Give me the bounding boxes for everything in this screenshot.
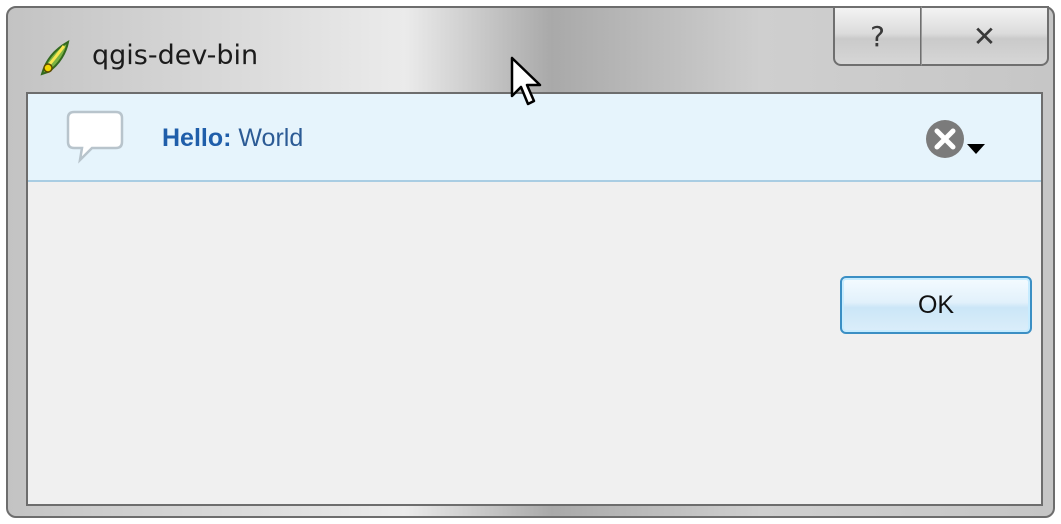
message-body: World: [238, 124, 304, 152]
title-bar[interactable]: qgis-dev-bin ? ✕: [8, 6, 1053, 92]
dialog-window: qgis-dev-bin ? ✕ Hello: World OK: [6, 6, 1055, 518]
caption-buttons: ? ✕: [833, 6, 1051, 72]
message-bar: Hello: World: [28, 94, 1041, 182]
close-icon: ✕: [972, 19, 997, 53]
ok-button[interactable]: OK: [840, 276, 1032, 334]
window-title: qgis-dev-bin: [92, 40, 259, 71]
message-text: Hello: World: [162, 120, 303, 156]
qgis-icon: [40, 40, 70, 76]
dialog-content: Hello: World OK: [26, 92, 1043, 506]
speech-bubble-icon: [66, 110, 124, 164]
close-button[interactable]: ✕: [921, 6, 1049, 66]
help-icon: ?: [870, 19, 885, 53]
close-circle-icon[interactable]: [923, 116, 995, 162]
message-title: Hello:: [162, 124, 232, 152]
help-button[interactable]: ?: [833, 6, 921, 66]
